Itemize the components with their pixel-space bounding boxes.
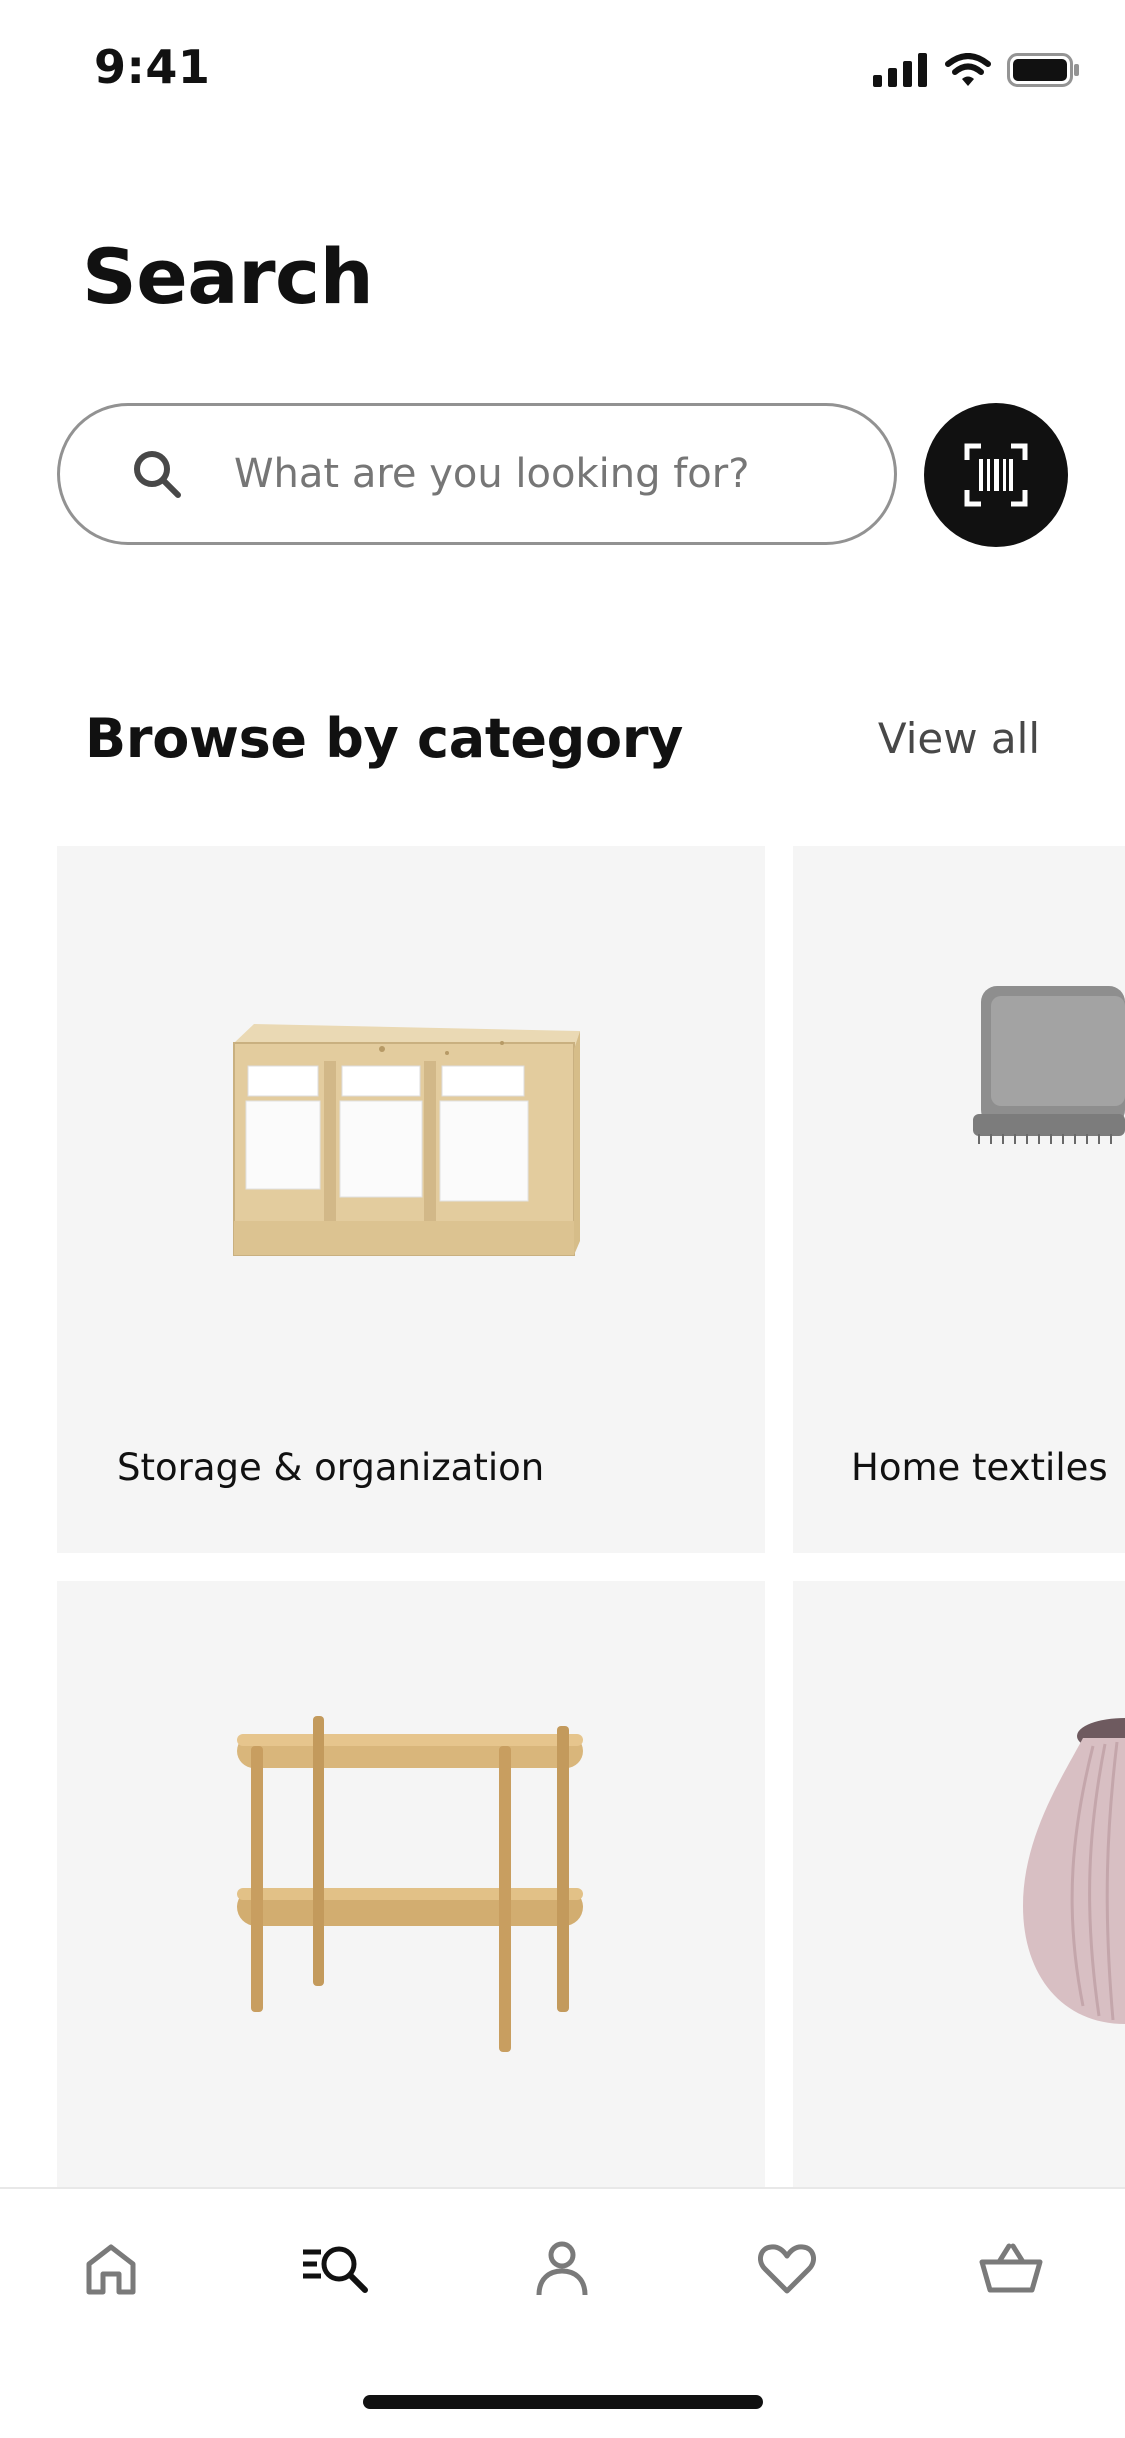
home-icon xyxy=(86,2244,136,2295)
browse-by-category-heading: Browse by category xyxy=(85,707,684,770)
search-icon xyxy=(303,2246,368,2293)
basket-icon xyxy=(979,2243,1043,2293)
status-icons xyxy=(873,50,1081,90)
grey-throw-image xyxy=(973,986,1125,1144)
battery-icon xyxy=(1007,53,1079,87)
tab-search[interactable] xyxy=(292,2229,382,2309)
tab-favorites[interactable] xyxy=(742,2229,832,2309)
category-card-home-textiles[interactable]: Home textiles xyxy=(793,846,1125,1553)
category-card-storage[interactable]: Storage & organization xyxy=(57,846,765,1553)
tab-home[interactable] xyxy=(66,2229,156,2309)
search-icon xyxy=(134,451,181,498)
barcode-scan-button[interactable] xyxy=(924,403,1068,547)
console-table-image xyxy=(237,1716,583,2052)
heart-icon xyxy=(758,2244,816,2294)
barcode-scan-icon xyxy=(964,443,1028,507)
pink-vase-image xyxy=(1023,1718,1125,2024)
home-indicator[interactable] xyxy=(363,2395,763,2409)
storage-shelf-image xyxy=(233,1024,580,1256)
view-all-link[interactable]: View all xyxy=(878,714,1040,763)
wifi-icon xyxy=(945,53,991,86)
status-time: 9:41 xyxy=(94,40,211,94)
search-input[interactable] xyxy=(232,433,836,515)
cellular-signal-icon xyxy=(873,53,927,87)
category-label: Storage & organization xyxy=(117,1446,545,1489)
search-field[interactable] xyxy=(57,403,897,545)
tab-basket[interactable] xyxy=(966,2229,1056,2309)
profile-icon xyxy=(536,2241,588,2296)
category-label: Home textiles xyxy=(851,1446,1108,1489)
tab-profile[interactable] xyxy=(517,2229,607,2309)
page-title: Search xyxy=(82,232,374,321)
